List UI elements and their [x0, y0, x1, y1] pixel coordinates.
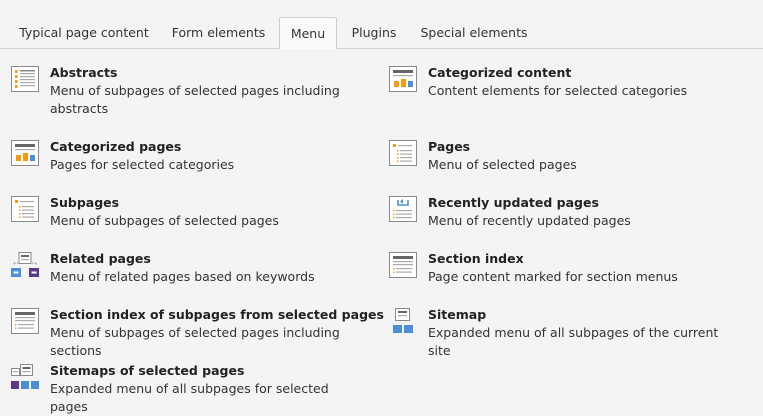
sitemaps-selected-icon — [11, 364, 39, 389]
menu-pages-icon — [389, 140, 417, 166]
recently-updated-icon — [389, 196, 417, 222]
menu-item-categorized-pages[interactable]: Categorized pages Pages for selected cat… — [10, 138, 385, 188]
item-title: Section index — [428, 251, 524, 266]
item-description: Menu of related pages based on keywords — [50, 269, 315, 284]
item-title: Subpages — [50, 195, 120, 210]
item-description: Menu of subpages of selected pages — [50, 213, 279, 228]
menu-item-sitemap[interactable]: Sitemap Expanded menu of all subpages of… — [388, 306, 763, 358]
item-description: Page content marked for section menus — [428, 269, 678, 284]
item-description: Menu of selected pages — [428, 157, 577, 172]
item-description: Menu of subpages of selected pages inclu… — [50, 325, 340, 358]
menu-item-abstracts[interactable]: Abstracts Menu of subpages of selected p… — [10, 64, 385, 116]
item-title: Related pages — [50, 251, 151, 266]
item-description: Menu of subpages of selected pages inclu… — [50, 83, 340, 116]
related-pages-icon — [11, 252, 39, 277]
item-description: Expanded menu of all subpages of the cur… — [428, 325, 719, 358]
menu-item-recently-updated[interactable]: Recently updated pages Menu of recently … — [388, 194, 763, 244]
item-title: Abstracts — [50, 65, 118, 80]
menu-subpages-icon — [11, 196, 39, 222]
menu-item-section-index[interactable]: Section index Page content marked for se… — [388, 250, 763, 300]
menu-item-categorized-content[interactable]: Categorized content Content elements for… — [388, 64, 763, 114]
item-description: Pages for selected categories — [50, 157, 235, 172]
item-title: Categorized content — [428, 65, 572, 80]
section-index-icon — [389, 252, 417, 278]
categorized-pages-icon — [11, 140, 39, 166]
item-title: Pages — [428, 139, 471, 154]
tab-menu[interactable]: Menu — [279, 17, 337, 49]
tab-plugins[interactable]: Plugins — [340, 17, 408, 48]
section-index-subpages-icon — [11, 308, 39, 334]
item-description: Content elements for selected categories — [428, 83, 688, 98]
sitemap-icon — [393, 308, 413, 333]
item-description: Expanded menu of all subpages for select… — [50, 381, 329, 414]
item-description: Menu of recently updated pages — [428, 213, 631, 228]
item-title: Sitemaps of selected pages — [50, 363, 245, 378]
tab-special-elements[interactable]: Special elements — [411, 17, 537, 48]
menu-item-subpages[interactable]: Subpages Menu of subpages of selected pa… — [10, 194, 385, 244]
tab-form-elements[interactable]: Form elements — [161, 17, 276, 48]
menu-abstracts-icon — [11, 66, 39, 92]
item-title: Section index of subpages from selected … — [50, 307, 384, 322]
tab-typical-page-content[interactable]: Typical page content — [10, 17, 158, 48]
menu-item-pages[interactable]: Pages Menu of selected pages — [388, 138, 763, 188]
categorized-content-icon — [389, 66, 417, 92]
content-type-tabs: Typical page content Form elements Menu … — [0, 0, 763, 49]
item-title: Sitemap — [428, 307, 487, 322]
menu-item-related-pages[interactable]: Related pages Menu of related pages base… — [10, 250, 385, 300]
menu-item-sitemaps-selected[interactable]: Sitemaps of selected pages Expanded menu… — [10, 362, 385, 414]
item-title: Categorized pages — [50, 139, 182, 154]
item-title: Recently updated pages — [428, 195, 599, 210]
menu-item-section-index-subpages[interactable]: Section index of subpages from selected … — [10, 306, 385, 358]
